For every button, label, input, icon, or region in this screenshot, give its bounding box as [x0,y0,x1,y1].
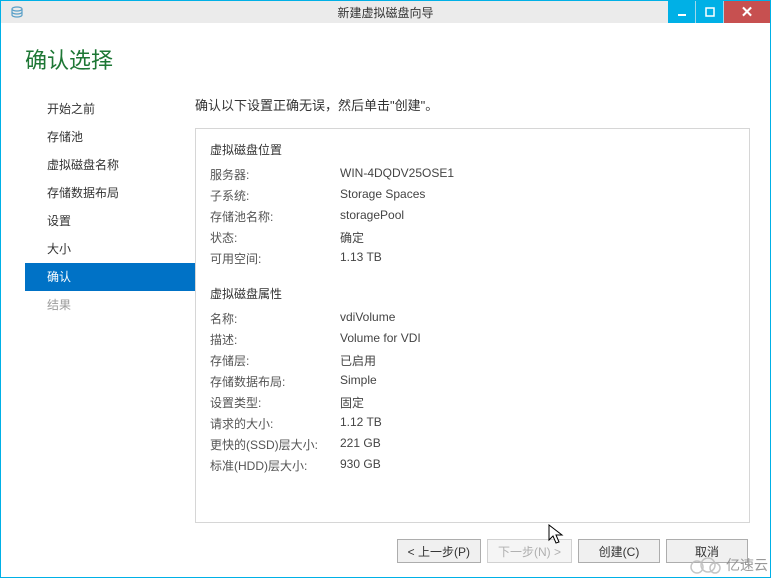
next-button: 下一步(N) > [487,539,572,563]
instruction-text: 确认以下设置正确无误，然后单击"创建"。 [195,95,750,114]
summary-panel: 虚拟磁盘位置 服务器:WIN-4DQDV25OSE1 子系统:Storage S… [195,128,750,523]
row-name: 名称:vdiVolume [210,308,735,329]
value-desc: Volume for VDI [340,331,421,348]
wizard-footer: < 上一步(P) 下一步(N) > 创建(C) 取消 [25,539,750,563]
sidebar-item-label: 确认 [47,270,71,284]
label-desc: 描述: [210,331,340,348]
value-layout: Simple [340,373,377,390]
row-hddtier: 标准(HDD)层大小:930 GB [210,455,735,476]
row-server: 服务器:WIN-4DQDV25OSE1 [210,164,735,185]
sidebar-item-before-begin[interactable]: 开始之前 [25,95,195,123]
label-settype: 设置类型: [210,394,340,411]
label-ssdtier: 更快的(SSD)层大小: [210,436,340,453]
wizard-main: 确认以下设置正确无误，然后单击"创建"。 虚拟磁盘位置 服务器:WIN-4DQD… [195,95,750,523]
sidebar-item-settings[interactable]: 设置 [25,207,195,235]
sidebar-item-label: 设置 [47,214,71,228]
cancel-button[interactable]: 取消 [666,539,748,563]
row-poolname: 存储池名称:storagePool [210,206,735,227]
sidebar-item-storage-pool[interactable]: 存储池 [25,123,195,151]
row-ssdtier: 更快的(SSD)层大小:221 GB [210,434,735,455]
value-name: vdiVolume [340,310,395,327]
label-hddtier: 标准(HDD)层大小: [210,457,340,474]
value-server: WIN-4DQDV25OSE1 [340,166,454,183]
label-poolname: 存储池名称: [210,208,340,225]
wizard-sidebar: 开始之前 存储池 虚拟磁盘名称 存储数据布局 设置 大小 确认 结果 [25,95,195,523]
sidebar-item-label: 存储池 [47,130,83,144]
value-hddtier: 930 GB [340,457,381,474]
titlebar: 新建虚拟磁盘向导 ✕ [0,0,771,23]
row-settype: 设置类型:固定 [210,392,735,413]
properties-group-title: 虚拟磁盘属性 [210,285,735,302]
label-status: 状态: [210,229,340,246]
sidebar-item-storage-layout[interactable]: 存储数据布局 [25,179,195,207]
value-subsystem: Storage Spaces [340,187,425,204]
window-controls: ✕ [668,1,770,23]
sidebar-item-size[interactable]: 大小 [25,235,195,263]
label-subsystem: 子系统: [210,187,340,204]
location-group-title: 虚拟磁盘位置 [210,141,735,158]
page-title: 确认选择 [25,43,750,75]
label-layout: 存储数据布局: [210,373,340,390]
create-button[interactable]: 创建(C) [578,539,660,563]
value-reqsize: 1.12 TB [340,415,382,432]
row-desc: 描述:Volume for VDI [210,329,735,350]
value-tier: 已启用 [340,352,376,369]
label-tier: 存储层: [210,352,340,369]
prev-button[interactable]: < 上一步(P) [397,539,481,563]
value-status: 确定 [340,229,364,246]
sidebar-item-vdisk-name[interactable]: 虚拟磁盘名称 [25,151,195,179]
value-settype: 固定 [340,394,364,411]
value-poolname: storagePool [340,208,404,225]
row-layout: 存储数据布局:Simple [210,371,735,392]
row-tier: 存储层:已启用 [210,350,735,371]
location-group: 虚拟磁盘位置 服务器:WIN-4DQDV25OSE1 子系统:Storage S… [210,141,735,269]
row-reqsize: 请求的大小:1.12 TB [210,413,735,434]
value-freespace: 1.13 TB [340,250,382,267]
sidebar-item-label: 结果 [47,298,71,312]
minimize-button[interactable] [668,1,696,23]
row-status: 状态:确定 [210,227,735,248]
value-ssdtier: 221 GB [340,436,381,453]
label-server: 服务器: [210,166,340,183]
row-subsystem: 子系统:Storage Spaces [210,185,735,206]
label-reqsize: 请求的大小: [210,415,340,432]
close-button[interactable]: ✕ [724,1,770,23]
label-name: 名称: [210,310,340,327]
wizard-body: 确认选择 开始之前 存储池 虚拟磁盘名称 存储数据布局 设置 大小 确认 结果 … [0,23,771,578]
sidebar-item-label: 开始之前 [47,102,95,116]
sidebar-item-label: 虚拟磁盘名称 [47,158,119,172]
sidebar-item-label: 存储数据布局 [47,186,119,200]
properties-group: 虚拟磁盘属性 名称:vdiVolume 描述:Volume for VDI 存储… [210,285,735,476]
label-freespace: 可用空间: [210,250,340,267]
maximize-button[interactable] [696,1,724,23]
sidebar-item-label: 大小 [47,242,71,256]
row-freespace: 可用空间:1.13 TB [210,248,735,269]
window-title: 新建虚拟磁盘向导 [1,4,770,21]
sidebar-item-confirm[interactable]: 确认 [25,263,195,291]
sidebar-item-results: 结果 [25,291,195,319]
window-app-icon [9,4,25,20]
